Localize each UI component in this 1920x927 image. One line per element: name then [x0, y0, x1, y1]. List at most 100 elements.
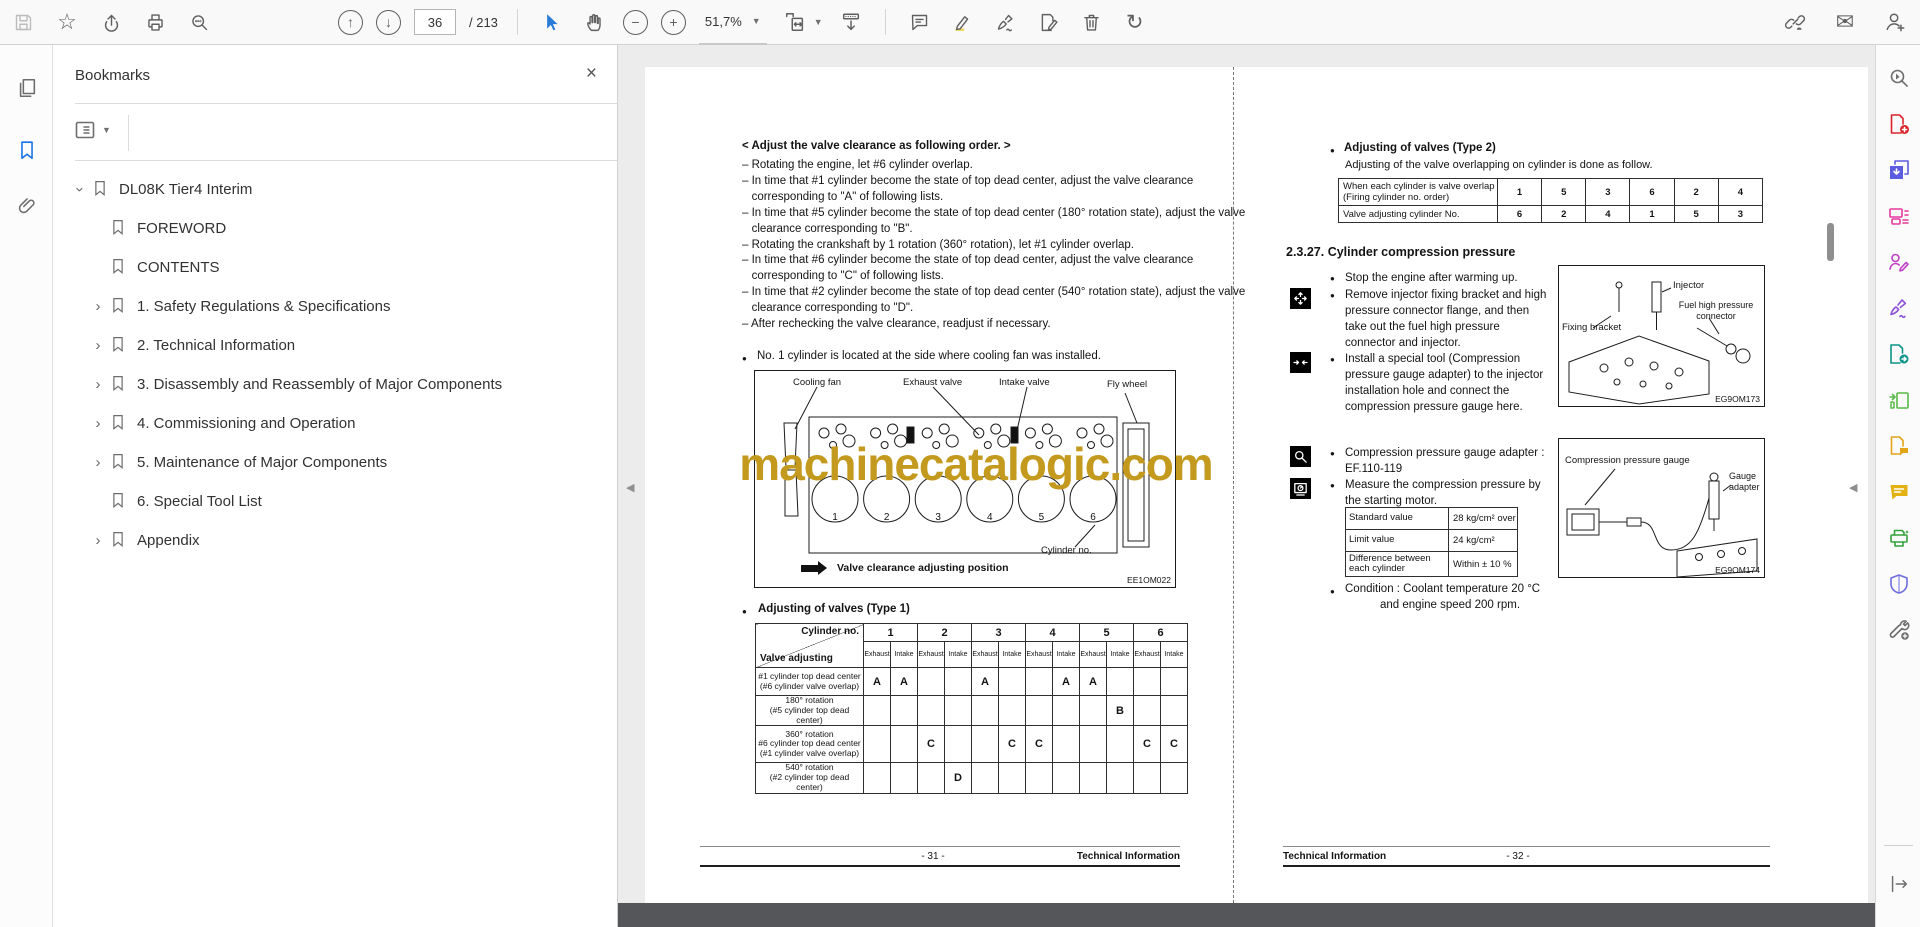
search-tools-icon[interactable]: [1885, 64, 1912, 91]
corner-top-label: Cylinder no.: [801, 626, 859, 637]
share-link-icon[interactable]: [1780, 7, 1810, 37]
bookmark-item-label: DL08K Tier4 Interim: [119, 181, 253, 198]
valve-order-line: – In time that #2 cylinder become the st…: [742, 286, 1246, 299]
bookmark-item[interactable]: › 5. Maintenance of Major Components: [53, 443, 617, 482]
chevron-collapsed-icon[interactable]: ›: [87, 298, 109, 315]
page-thumbnails-icon[interactable]: [14, 75, 40, 101]
pressure-row-label: Difference between each cylinder: [1345, 551, 1449, 577]
scan-ocr-icon[interactable]: [1885, 524, 1912, 551]
combine-files-icon[interactable]: [1885, 156, 1912, 183]
protect-icon[interactable]: [1885, 570, 1912, 597]
bookmark-icon: [109, 452, 129, 474]
tools-rail: [1875, 45, 1920, 927]
comment-tool-icon[interactable]: [1885, 478, 1912, 505]
bookmark-item[interactable]: CONTENTS: [53, 248, 617, 287]
inspect-icon: [1290, 446, 1311, 467]
close-icon[interactable]: ×: [586, 63, 597, 85]
adjust-mark-cell: C: [917, 725, 945, 764]
more-tools-icon[interactable]: [1885, 616, 1912, 643]
exhaust-valve-label: Exhaust valve: [903, 377, 963, 388]
chevron-collapsed-icon[interactable]: ›: [87, 415, 109, 432]
adjust-mark-cell: A: [863, 667, 891, 696]
bookmark-options-icon[interactable]: ▼: [73, 118, 111, 142]
chevron-collapsed-icon[interactable]: ›: [87, 454, 109, 471]
figure-caption: Valve clearance adjusting position: [837, 562, 1009, 574]
account-icon[interactable]: [1880, 7, 1910, 37]
adjust-mark-cell: C: [998, 725, 1026, 764]
scroll-mode-icon[interactable]: [836, 7, 866, 37]
bookmark-item[interactable]: › 2. Technical Information: [53, 326, 617, 365]
page-up-icon[interactable]: ↑: [338, 9, 363, 35]
delete-icon[interactable]: [1077, 7, 1107, 37]
chevron-down-icon[interactable]: ▼: [814, 17, 823, 27]
assemble-icon: [1290, 352, 1311, 373]
comment-icon[interactable]: [905, 7, 935, 37]
valve-order-line: corresponding to "A" of following lists.: [742, 190, 944, 203]
type1-table: Cylinder no. Valve adjusting 1 2 3 4 5 6 Exhaust…: [755, 623, 1188, 794]
adjust-mark-cell: A: [971, 667, 999, 696]
bookmark-item[interactable]: › 3. Disassembly and Reassembly of Major …: [53, 365, 617, 404]
print-icon[interactable]: [140, 7, 170, 37]
star-icon[interactable]: ☆: [52, 7, 82, 37]
adjust-mark-cell: [998, 667, 1026, 696]
email-icon[interactable]: ✉: [1830, 7, 1860, 37]
fill-and-sign-icon[interactable]: [1885, 294, 1912, 321]
bookmark-icon: [109, 374, 129, 396]
bullet-dot: ●: [1330, 146, 1335, 155]
gauge-figure: Compression pressure gauge Gauge adapter…: [1558, 438, 1765, 578]
vertical-scrollbar[interactable]: [1827, 223, 1834, 261]
select-tool-icon[interactable]: [537, 7, 567, 37]
adjust-mark-cell: [890, 725, 918, 764]
adjust-cylinder-cell: 6: [1496, 205, 1543, 223]
hand-tool-icon[interactable]: [580, 7, 610, 37]
acrobat-window: ☆ ↑ ↓ 36 / 213 − + 51,7% ▼ ▼ ↻ ✉ Bookmar…: [0, 0, 1920, 927]
highlight-icon[interactable]: [948, 7, 978, 37]
zoom-out-icon[interactable]: −: [622, 9, 648, 35]
edit-pdf-icon[interactable]: [1885, 386, 1912, 413]
bookmark-item[interactable]: › 1. Safety Regulations & Specifications: [53, 287, 617, 326]
bookmark-item[interactable]: 6. Special Tool List: [53, 482, 617, 521]
bookmark-icon: [109, 257, 129, 279]
page-number-input[interactable]: 36: [414, 9, 456, 35]
bookmark-item[interactable]: › Appendix: [53, 521, 617, 560]
zoom-in-icon[interactable]: +: [660, 9, 686, 35]
rotate-icon[interactable]: ↻: [1120, 7, 1150, 37]
create-pdf-icon[interactable]: [1885, 110, 1912, 137]
expand-pane-icon[interactable]: [1885, 870, 1912, 897]
save-icon[interactable]: [8, 7, 38, 37]
export-pdf-icon[interactable]: [1885, 340, 1912, 367]
valve-subheader: Intake: [1052, 641, 1080, 668]
adjust-mark-cell: [1106, 762, 1134, 794]
chevron-expanded-icon[interactable]: ›: [72, 179, 89, 201]
send-for-comments-icon[interactable]: [1885, 432, 1912, 459]
share-icon[interactable]: [96, 7, 126, 37]
step-text: Stop the engine after warming up.: [1345, 272, 1518, 284]
step-text: Remove injector fixing bracket and high p…: [1345, 289, 1547, 349]
zoom-level-select[interactable]: 51,7% ▼: [698, 0, 767, 45]
bookmark-item[interactable]: FOREWORD: [53, 209, 617, 248]
request-signatures-icon[interactable]: [1885, 248, 1912, 275]
chevron-collapsed-icon[interactable]: ›: [87, 376, 109, 393]
collapse-left-panel-icon[interactable]: ◀: [626, 481, 634, 494]
expand-right-panel-icon[interactable]: ◀: [1849, 481, 1857, 494]
sign-icon[interactable]: [991, 7, 1021, 37]
footer-rule-thick: [1283, 865, 1770, 867]
cylinder-header: 5: [1079, 623, 1134, 642]
bookmarks-icon[interactable]: [14, 137, 40, 163]
chevron-collapsed-icon[interactable]: ›: [87, 337, 109, 354]
chevron-collapsed-icon[interactable]: ›: [87, 532, 109, 549]
fit-width-icon[interactable]: [780, 7, 810, 37]
cylinder-number: 5: [1039, 512, 1045, 523]
divider: [75, 103, 617, 104]
pressure-row-value: 24 kg/cm²: [1448, 529, 1518, 552]
bookmark-item[interactable]: › DL08K Tier4 Interim: [53, 170, 617, 209]
fill-sign-icon[interactable]: [1034, 7, 1064, 37]
page-number-right: - 32 -: [1506, 851, 1530, 862]
type2-title: Adjusting of valves (Type 2): [1344, 142, 1496, 154]
cooling-fan-label: Cooling fan: [793, 377, 842, 388]
bookmark-item[interactable]: › 4. Commissioning and Operation: [53, 404, 617, 443]
attachments-icon[interactable]: [14, 193, 40, 219]
organize-pages-icon[interactable]: [1885, 202, 1912, 229]
page-down-icon[interactable]: ↓: [376, 9, 401, 35]
search-icon[interactable]: [184, 7, 214, 37]
